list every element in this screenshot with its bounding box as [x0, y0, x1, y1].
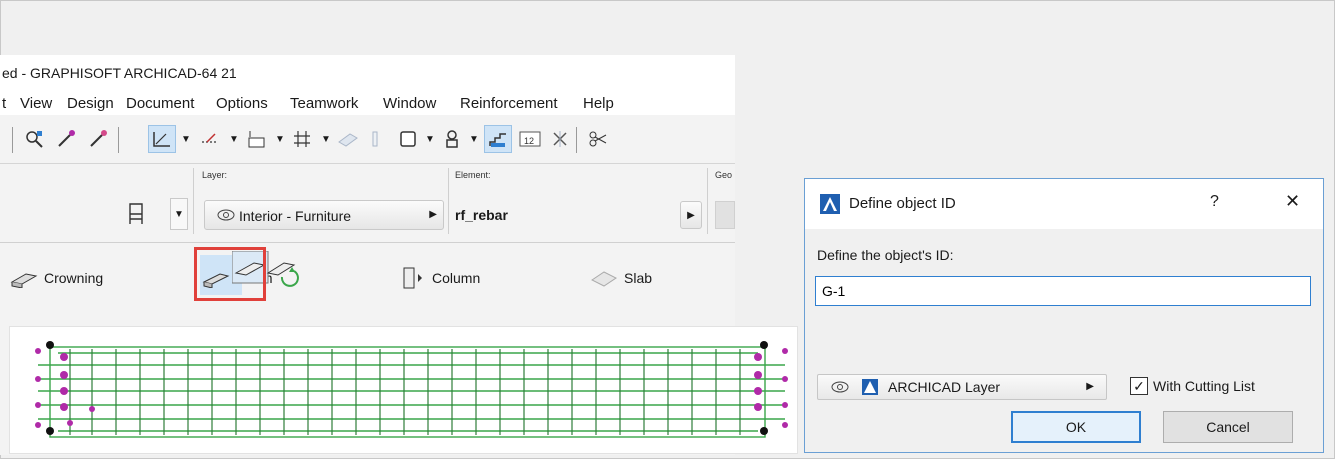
- cancel-button[interactable]: Cancel: [1163, 411, 1293, 443]
- menu-reinforcement[interactable]: Reinforcement: [460, 95, 558, 112]
- layer-value: Interior - Furniture: [239, 208, 352, 224]
- geometry-method-button[interactable]: [715, 201, 735, 229]
- crowning-icon: [10, 266, 38, 290]
- menu-design[interactable]: Design: [67, 95, 114, 112]
- beam-tool-callout: [194, 247, 266, 301]
- magic-wand-icon[interactable]: [20, 125, 48, 153]
- slab-icon: [590, 266, 618, 290]
- column-tool[interactable]: Column: [398, 263, 480, 293]
- infobox-divider: [193, 168, 194, 234]
- rebar-cage-drawing: [35, 341, 788, 438]
- trim-icon[interactable]: [546, 125, 574, 153]
- menu-teamwork[interactable]: Teamwork: [290, 95, 358, 112]
- dimension-icon[interactable]: 12: [516, 125, 544, 153]
- chevron-down-icon[interactable]: ▼: [180, 125, 192, 153]
- grid-snap-icon[interactable]: [288, 125, 316, 153]
- element-id: rf_rebar: [455, 207, 508, 223]
- menu-edit[interactable]: t: [2, 95, 6, 112]
- toolbox-row: Crowning Beam Column: [0, 243, 735, 321]
- toolbar-separator: [576, 127, 577, 153]
- eye-icon: [830, 380, 850, 397]
- chevron-down-icon[interactable]: ▼: [274, 125, 286, 153]
- infobox-divider: [707, 168, 708, 234]
- pencil-icon[interactable]: [362, 125, 390, 153]
- eyedropper-icon[interactable]: [52, 125, 80, 153]
- element-label: Element:: [455, 170, 491, 180]
- column-label: Column: [432, 270, 481, 286]
- archicad-logo-icon: [862, 379, 878, 395]
- menu-bar: t View Design Document Options Teamwork …: [0, 87, 735, 115]
- archicad-logo-icon: [820, 194, 840, 214]
- chevron-right-icon: ▶: [429, 209, 437, 220]
- cutting-list-label: With Cutting List: [1153, 378, 1255, 394]
- slab-tool[interactable]: Slab: [590, 263, 652, 293]
- guide-lines-icon[interactable]: [148, 125, 176, 153]
- layer-label: Layer:: [202, 170, 228, 180]
- close-icon[interactable]: ✕: [1285, 191, 1300, 212]
- menu-options[interactable]: Options: [216, 95, 268, 112]
- geometry-label: Geo: [715, 170, 733, 180]
- menu-document[interactable]: Document: [126, 95, 194, 112]
- chevron-right-icon: ▶: [687, 209, 695, 221]
- marquee-icon[interactable]: [394, 125, 422, 153]
- help-button[interactable]: ?: [1210, 193, 1219, 211]
- chevron-down-icon[interactable]: ▼: [468, 125, 480, 153]
- chevron-down-icon[interactable]: ▼: [424, 125, 436, 153]
- stair-icon[interactable]: [484, 125, 512, 153]
- slab-label: Slab: [624, 270, 653, 286]
- crowning-label: Crowning: [44, 270, 104, 286]
- scissors-icon[interactable]: [584, 125, 612, 153]
- dialog-title: Define object ID: [849, 195, 956, 212]
- cutting-list-checkbox[interactable]: ✓: [1130, 377, 1148, 395]
- chevron-down-icon[interactable]: ▼: [170, 198, 188, 230]
- object-id-input[interactable]: [815, 276, 1311, 306]
- toolbar-separator: [12, 127, 13, 153]
- main-toolbar: ▼ ▼ ▼ ▼ ▼ ▼ 12: [0, 115, 735, 164]
- toolbar-separator: [118, 127, 119, 153]
- menu-help[interactable]: Help: [583, 95, 614, 112]
- window-title: ed - GRAPHISOFT ARCHICAD-64 21: [2, 65, 237, 81]
- ruler-icon[interactable]: [334, 125, 362, 153]
- svg-text:12: 12: [524, 136, 534, 146]
- define-object-id-dialog: Define object ID ? ✕ Define the object's…: [804, 178, 1324, 453]
- column-icon: [398, 266, 426, 290]
- title-bar: ed - GRAPHISOFT ARCHICAD-64 21: [0, 55, 735, 87]
- layer-dropdown-value: ARCHICAD Layer: [888, 379, 1001, 395]
- chair-icon: [129, 203, 143, 224]
- dialog-body: Define the object's ID: ARCHICAD Layer ▶…: [805, 229, 1323, 452]
- crowning-tool[interactable]: Crowning: [10, 263, 103, 293]
- floor-plan-canvas[interactable]: [9, 326, 798, 454]
- ok-button[interactable]: OK: [1011, 411, 1141, 443]
- infobox-divider: [448, 168, 449, 234]
- info-box: Layer: Element: Geo ▼ Interior - Furnitu…: [0, 164, 735, 243]
- syringe-icon[interactable]: [84, 125, 112, 153]
- xy-grid-icon[interactable]: [242, 125, 270, 153]
- chevron-down-icon[interactable]: ▼: [228, 125, 240, 153]
- chevron-right-icon: ▶: [1086, 381, 1094, 392]
- menu-window[interactable]: Window: [383, 95, 436, 112]
- layer-dropdown[interactable]: ARCHICAD Layer ▶: [817, 374, 1107, 400]
- chevron-down-icon[interactable]: ▼: [320, 125, 332, 153]
- layer-selector[interactable]: Interior - Furniture ▶: [204, 200, 444, 230]
- favorites-button[interactable]: [118, 198, 154, 230]
- snap-guides-icon[interactable]: [196, 125, 224, 153]
- menu-view[interactable]: View: [20, 95, 52, 112]
- eye-icon: [217, 208, 235, 225]
- figure-icon[interactable]: [438, 125, 466, 153]
- element-id-menu-button[interactable]: ▶: [680, 201, 702, 229]
- id-prompt-label: Define the object's ID:: [817, 247, 954, 263]
